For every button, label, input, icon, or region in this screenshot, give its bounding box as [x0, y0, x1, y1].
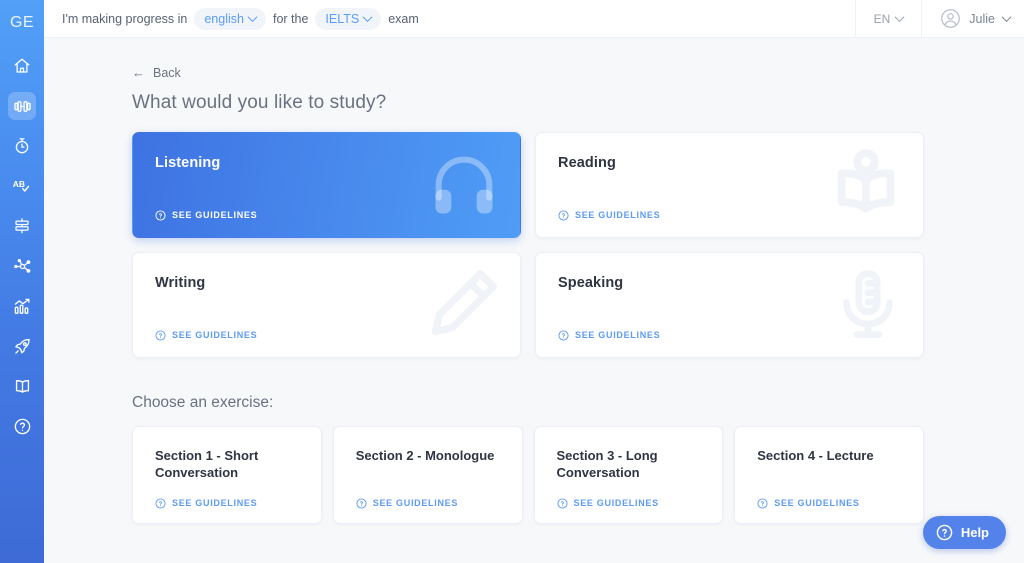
see-guidelines-label: SEE GUIDELINES: [573, 498, 659, 508]
skill-card-title: Speaking: [558, 274, 624, 291]
exercise-card-title: Section 4 - Lecture: [757, 447, 874, 463]
svg-text:AB: AB: [13, 179, 25, 189]
chevron-down-icon: [1001, 12, 1012, 23]
exam-chip[interactable]: IELTS: [315, 7, 382, 30]
exam-chip-label: IELTS: [325, 11, 360, 26]
question-circle-icon: [556, 497, 568, 509]
question-circle-icon: [356, 497, 367, 509]
skill-card-writing[interactable]: Writing SEE GUIDELINES: [132, 251, 521, 358]
page-title: What would you like to study?: [132, 91, 387, 113]
sidebar-item-statistics[interactable]: [8, 292, 36, 320]
dumbbell-icon: [13, 100, 31, 112]
skill-card-speaking[interactable]: Speaking SEE GUIDELINES: [535, 251, 924, 358]
exercise-section-title: Choose an exercise:: [132, 393, 274, 411]
avatar: [941, 9, 961, 28]
skill-card-title: Reading: [558, 154, 616, 171]
header-divider: [921, 0, 923, 38]
chevron-down-icon: [894, 12, 905, 23]
see-guidelines-label: SEE GUIDELINES: [172, 330, 258, 340]
home-icon: [14, 58, 30, 73]
top-header: I'm making progress in english for the I…: [44, 0, 1024, 38]
see-guidelines-link[interactable]: SEE GUIDELINES: [556, 497, 659, 509]
see-guidelines-label: SEE GUIDELINES: [774, 498, 860, 508]
content-column: I'm making progress in english for the I…: [44, 0, 1024, 563]
language-chip[interactable]: english: [194, 7, 266, 30]
skill-card-title: Listening: [155, 154, 221, 171]
rocket-icon: [14, 338, 30, 354]
exercise-card-title: Section 3 - Long Conversation: [556, 447, 658, 481]
see-guidelines-label: SEE GUIDELINES: [172, 210, 258, 220]
app-root: GE AB I'm making progress in english for…: [0, 0, 1024, 563]
open-book-icon: [15, 379, 29, 393]
network-icon: [13, 258, 30, 273]
see-guidelines-link[interactable]: SEE GUIDELINES: [356, 497, 459, 509]
see-guidelines-link[interactable]: SEE GUIDELINES: [558, 329, 661, 341]
help-button-label: Help: [960, 525, 989, 540]
see-guidelines-link[interactable]: SEE GUIDELINES: [155, 329, 258, 341]
exercise-card-section-1[interactable]: Section 1 - Short Conversation SEE GUIDE…: [132, 425, 322, 524]
back-button[interactable]: ← Back: [132, 66, 181, 80]
progress-sentence-start: I'm making progress in: [62, 11, 188, 26]
ui-language-selector[interactable]: EN: [858, 12, 920, 26]
sidebar-item-flashcards[interactable]: [8, 212, 36, 240]
question-circle-icon: [558, 209, 569, 221]
see-guidelines-link[interactable]: SEE GUIDELINES: [757, 497, 860, 509]
exercise-card-section-4[interactable]: Section 4 - Lecture SEE GUIDELINES: [734, 425, 924, 524]
see-guidelines-link[interactable]: SEE GUIDELINES: [155, 209, 258, 221]
exercise-card-section-3[interactable]: Section 3 - Long Conversation SEE GUIDEL…: [533, 425, 724, 524]
chevron-down-icon: [247, 12, 258, 23]
sidebar-item-timed-test[interactable]: [8, 132, 36, 160]
main-content: ← Back What would you like to study? Lis…: [44, 38, 1024, 563]
header-divider: [854, 0, 856, 38]
user-name: Julie: [969, 11, 995, 26]
app-logo[interactable]: GE: [0, 4, 44, 42]
skill-card-grid: Listening SEE GUIDELINES Reading SEE GUI…: [132, 131, 924, 358]
bar-chart-icon: [14, 298, 30, 314]
see-guidelines-label: SEE GUIDELINES: [172, 498, 258, 508]
exercise-card-grid: Section 1 - Short Conversation SEE GUIDE…: [132, 425, 924, 524]
flashcards-icon: [15, 218, 29, 234]
sidebar-item-boost[interactable]: [8, 332, 36, 360]
question-circle-icon: [155, 329, 166, 341]
question-circle-icon: [14, 418, 30, 434]
question-circle-icon: [558, 329, 569, 341]
chevron-down-icon: [362, 12, 373, 23]
see-guidelines-link[interactable]: SEE GUIDELINES: [558, 209, 661, 221]
sidebar-item-practice[interactable]: [8, 92, 36, 120]
sidebar-item-home[interactable]: [8, 52, 36, 80]
sidebar-item-vocabulary-network[interactable]: [8, 252, 36, 280]
sidebar: GE AB: [0, 0, 44, 563]
arrow-left-icon: ←: [132, 65, 145, 80]
see-guidelines-label: SEE GUIDELINES: [575, 210, 661, 220]
help-button[interactable]: Help: [922, 516, 1006, 549]
progress-sentence-end: exam: [388, 11, 419, 26]
see-guidelines-label: SEE GUIDELINES: [372, 498, 459, 508]
sidebar-item-library[interactable]: [8, 372, 36, 400]
question-circle-icon: [155, 497, 166, 509]
skill-card-title: Writing: [155, 274, 206, 291]
skill-card-listening[interactable]: Listening SEE GUIDELINES: [132, 131, 521, 238]
header-right-group: EN Julie: [853, 0, 1012, 38]
exercise-card-section-2[interactable]: Section 2 - Monologue SEE GUIDELINES: [332, 425, 523, 524]
language-chip-label: english: [204, 11, 244, 26]
sidebar-item-grammar-check[interactable]: AB: [8, 172, 36, 200]
exercise-card-title: Section 1 - Short Conversation: [155, 447, 259, 481]
ui-language-label: EN: [873, 11, 891, 26]
see-guidelines-link[interactable]: SEE GUIDELINES: [155, 497, 258, 509]
question-circle-icon: [155, 209, 166, 221]
ab-check-icon: AB: [13, 179, 30, 192]
see-guidelines-label: SEE GUIDELINES: [575, 330, 661, 340]
sidebar-item-help[interactable]: [8, 412, 36, 440]
back-button-label: Back: [153, 65, 181, 80]
stopwatch-icon: [15, 138, 29, 154]
progress-sentence-middle: for the: [272, 11, 309, 26]
user-menu[interactable]: Julie: [924, 8, 1012, 29]
question-circle-icon: [936, 524, 953, 541]
question-circle-icon: [757, 497, 768, 509]
exercise-card-title: Section 2 - Monologue: [355, 447, 495, 463]
skill-card-reading[interactable]: Reading SEE GUIDELINES: [535, 131, 924, 238]
